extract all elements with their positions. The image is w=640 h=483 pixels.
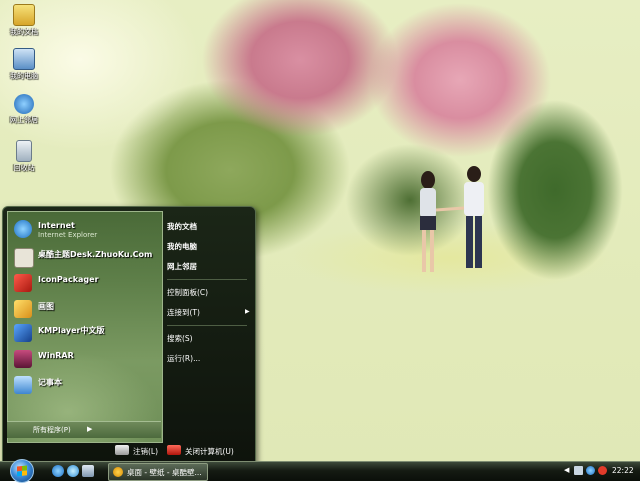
arrow-right-icon: ▶ — [87, 425, 93, 433]
start-item-notepad[interactable]: 记事本 — [12, 374, 158, 396]
start-menu-pinned-pane: Internet Internet Explorer 桌酷主题Desk.Zhuo… — [7, 211, 163, 443]
power-icon — [167, 445, 181, 455]
start-menu-places-pane: 我的文档 我的电脑 网上邻居 控制面板(C) 连接到(T) ▶ 搜索(S) 运行… — [163, 211, 253, 439]
all-programs-button[interactable]: 所有程序(P) ▶ — [7, 421, 161, 438]
start-item-label: Internet — [38, 221, 75, 230]
desktop-icon-label: 我的文档 — [10, 28, 38, 36]
start-item-label: 画图 — [38, 302, 54, 311]
start-item-sublabel: Internet Explorer — [38, 231, 98, 239]
taskbar: 桌面 - 壁纸 - 桌酷壁... ◀ 22:22 — [0, 459, 640, 483]
start-link-run[interactable]: 运行(R)... — [167, 353, 200, 364]
internet-explorer-icon — [14, 220, 32, 238]
quicklaunch-browser-icon[interactable] — [67, 465, 79, 477]
shutdown-label: 关闭计算机(U) — [185, 447, 234, 456]
zhuoku-icon — [14, 248, 34, 268]
iconpackager-icon — [14, 274, 32, 292]
desktop-icon-my-computer[interactable]: 我的电脑 — [4, 48, 44, 81]
desktop-icon-network[interactable]: 网上邻居 — [4, 94, 44, 125]
desktop-icon-my-documents[interactable]: 我的文档 — [4, 4, 44, 37]
logoff-button[interactable]: 注销(L) — [115, 445, 165, 457]
desktop-icon-label: 网上邻居 — [10, 116, 38, 124]
menu-separator — [167, 279, 247, 280]
notepad-icon — [14, 376, 32, 394]
menu-separator — [167, 325, 247, 326]
start-item-label: KMPlayer中文版 — [38, 326, 105, 335]
logoff-label: 注销(L) — [133, 447, 159, 456]
start-item-winrar[interactable]: WinRAR — [12, 348, 158, 370]
desktop-icon-label: 我的电脑 — [10, 72, 38, 80]
start-item-iconpackager[interactable]: IconPackager — [12, 272, 158, 294]
computer-icon — [13, 48, 35, 70]
taskbar-window-button[interactable]: 桌面 - 壁纸 - 桌酷壁... — [108, 463, 208, 481]
paint-icon — [14, 300, 32, 318]
quicklaunch-desktop-icon[interactable] — [82, 465, 94, 477]
winrar-icon — [14, 350, 32, 368]
start-button[interactable] — [10, 459, 34, 483]
start-item-zhuoku[interactable]: 桌酷主题Desk.ZhuoKu.Com — [12, 246, 158, 268]
arrow-right-icon: ▶ — [245, 308, 250, 315]
start-item-internet[interactable]: Internet Internet Explorer — [12, 218, 158, 240]
quicklaunch-ie-icon[interactable] — [52, 465, 64, 477]
start-link-search[interactable]: 搜索(S) — [167, 333, 193, 344]
start-item-paint[interactable]: 画图 — [12, 298, 158, 320]
start-item-kmplayer[interactable]: KMPlayer中文版 — [12, 322, 158, 344]
start-item-label: WinRAR — [38, 351, 74, 360]
taskbar-window-label: 桌面 - 壁纸 - 桌酷壁... — [127, 468, 202, 477]
start-menu: Internet Internet Explorer 桌酷主题Desk.Zhuo… — [2, 206, 256, 464]
security-tray-icon[interactable] — [598, 466, 607, 475]
recycle-bin-icon — [16, 140, 32, 162]
start-link-network[interactable]: 网上邻居 — [167, 261, 197, 272]
start-item-label: 记事本 — [38, 378, 62, 387]
start-link-control-panel[interactable]: 控制面板(C) — [167, 287, 208, 298]
windows-logo-icon — [17, 465, 27, 477]
start-item-label: IconPackager — [38, 275, 99, 284]
tray-expand-icon[interactable]: ◀ — [564, 466, 573, 475]
shutdown-button[interactable]: 关闭计算机(U) — [167, 445, 247, 457]
start-link-my-computer[interactable]: 我的电脑 — [167, 241, 197, 252]
desktop-icon-label: 回收站 — [13, 164, 35, 172]
desktop-icon-recycle-bin[interactable]: 回收站 — [4, 140, 44, 173]
start-link-connect-to[interactable]: 连接到(T) — [167, 307, 200, 318]
network-icon — [14, 94, 34, 114]
start-link-my-documents[interactable]: 我的文档 — [167, 221, 197, 232]
start-item-label: 桌酷主题Desk.ZhuoKu.Com — [38, 250, 153, 259]
system-tray: ◀ 22:22 — [562, 462, 640, 481]
wallpaper-couple — [420, 166, 484, 272]
taskbar-clock[interactable]: 22:22 — [612, 466, 634, 475]
start-menu-power-bar: 注销(L) 关闭计算机(U) — [3, 441, 255, 463]
logoff-icon — [115, 445, 129, 455]
network-tray-icon[interactable] — [586, 466, 595, 475]
speaker-icon[interactable] — [574, 466, 583, 475]
browser-window-icon — [113, 467, 123, 477]
folder-icon — [13, 4, 35, 26]
all-programs-label: 所有程序(P) — [33, 426, 71, 434]
kmplayer-icon — [14, 324, 32, 342]
